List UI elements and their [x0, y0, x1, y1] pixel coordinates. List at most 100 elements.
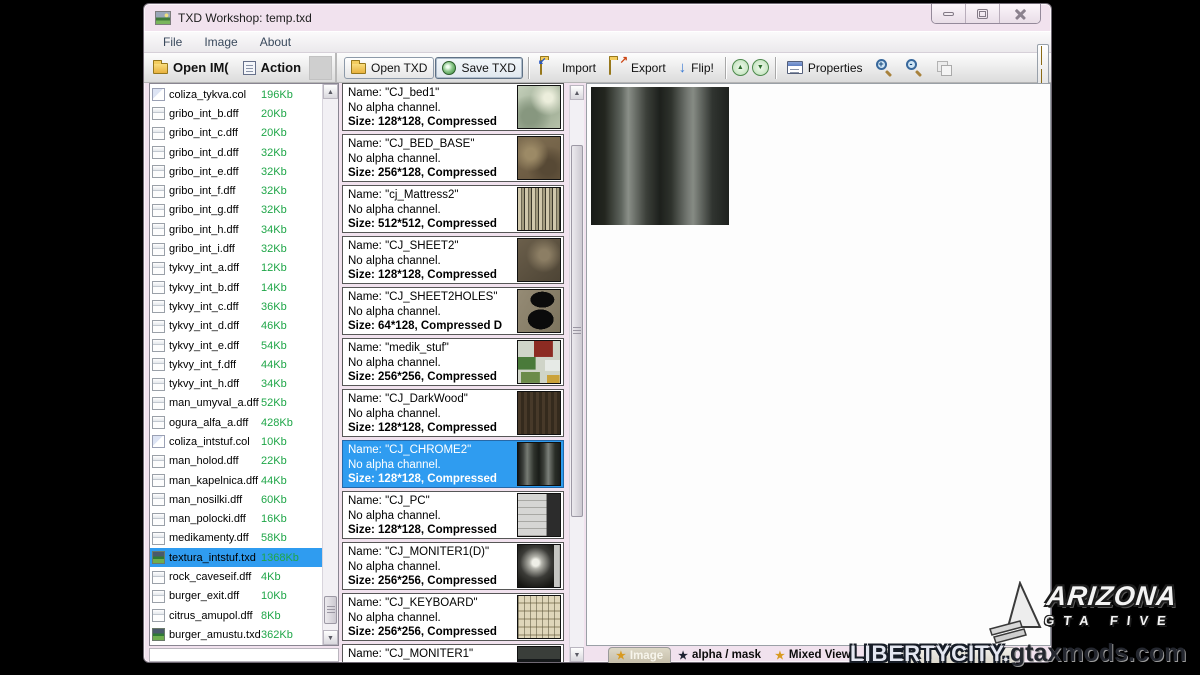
file-size: 20Kb	[261, 107, 287, 120]
window-title: TXD Workshop: temp.txd	[178, 10, 312, 25]
file-type-icon	[152, 396, 165, 410]
file-row[interactable]: medikamenty.dff 58Kb	[150, 529, 322, 548]
texture-size-info: Size: 256*256, Compressed	[348, 626, 497, 639]
file-row[interactable]: man_polocki.dff 16Kb	[150, 510, 322, 529]
file-size: 196Kb	[261, 88, 293, 101]
file-row[interactable]: textura_intstuf.txd 1368Kb	[150, 548, 322, 568]
file-name: gribo_int_g.dff	[169, 204, 239, 217]
file-row[interactable]: burger_amustu.txd 362Kb	[150, 625, 322, 644]
texture-thumbnail	[517, 391, 561, 435]
file-row[interactable]: tykvy_int_e.dff 54Kb	[150, 336, 322, 355]
file-row[interactable]: tykvy_int_c.dff 36Kb	[150, 297, 322, 316]
file-type-icon	[152, 454, 165, 468]
move-down-button[interactable]: ▼	[751, 59, 769, 76]
file-name: gribo_int_e.dff	[169, 165, 239, 178]
minimize-button[interactable]	[932, 4, 966, 23]
import-button[interactable]: ↙ Import	[534, 57, 602, 78]
properties-button[interactable]: Properties	[781, 58, 869, 78]
export-button[interactable]: ↗ Export	[603, 56, 672, 78]
scroll-thumb[interactable]	[324, 596, 337, 624]
file-size: 22Kb	[261, 455, 287, 468]
star-icon: ★	[616, 650, 626, 662]
file-row[interactable]: ogura_alfa_a.dff 428Kb	[150, 413, 322, 432]
scroll-thumb[interactable]	[571, 145, 583, 517]
menu-item[interactable]: File	[153, 33, 192, 51]
file-row[interactable]: coliza_tykva.col 196Kb	[150, 85, 322, 104]
file-row[interactable]: gribo_int_c.dff 20Kb	[150, 124, 322, 143]
file-row[interactable]: citrus_amupol.dff 8Kb	[150, 606, 322, 625]
texture-entry[interactable]: Name: "cj_Mattress2" No alpha channel. S…	[342, 185, 564, 233]
file-row[interactable]: tykvy_int_h.dff 34Kb	[150, 374, 322, 393]
file-row[interactable]: man_kapelnica.dff 44Kb	[150, 471, 322, 490]
texture-size-info: Size: 128*128, Compressed	[348, 422, 497, 435]
texture-entry[interactable]: Name: "CJ_MONITER1" No alpha channel.	[342, 644, 564, 662]
menu-item[interactable]: About	[250, 33, 301, 51]
file-row[interactable]: gribo_int_g.dff 32Kb	[150, 201, 322, 220]
texture-entry[interactable]: Name: "CJ_MONITER1(D)" No alpha channel.…	[342, 542, 564, 590]
file-type-icon	[152, 223, 165, 237]
file-row[interactable]: gribo_int_f.dff 32Kb	[150, 181, 322, 200]
file-row[interactable]: tykvy_int_d.dff 46Kb	[150, 317, 322, 336]
menu-item[interactable]: Image	[194, 33, 247, 51]
file-row[interactable]: man_holod.dff 22Kb	[150, 452, 322, 471]
texture-entry[interactable]: Name: "CJ_SHEET2HOLES" No alpha channel.…	[342, 287, 564, 335]
texture-entry[interactable]: Name: "CJ_BED_BASE" No alpha channel. Si…	[342, 134, 564, 182]
preview-tab[interactable]: ★ Image	[608, 647, 672, 663]
texture-entry[interactable]: Name: "CJ_KEYBOARD" No alpha channel. Si…	[342, 593, 564, 641]
open-img-button[interactable]: Open IM(	[147, 57, 235, 78]
file-size: 20Kb	[261, 127, 287, 140]
file-row[interactable]: gribo_int_h.dff 34Kb	[150, 220, 322, 239]
maximize-icon	[977, 8, 988, 19]
move-up-button[interactable]: ▲	[731, 59, 749, 76]
open-txd-button[interactable]: Open TXD	[344, 56, 435, 79]
preview-tab[interactable]: ★ Mixed View	[768, 647, 858, 663]
preview-tab[interactable]: ★ alpha / mask	[671, 647, 768, 663]
file-row[interactable]: man_umyval_a.dff 52Kb	[150, 394, 322, 413]
file-type-icon	[152, 300, 165, 314]
duplicate-button[interactable]	[930, 57, 958, 78]
file-type-icon	[152, 261, 165, 275]
file-size: 60Kb	[261, 493, 287, 506]
file-row[interactable]: gribo_int_i.dff 32Kb	[150, 239, 322, 258]
file-row[interactable]: tykvy_int_f.dff 44Kb	[150, 355, 322, 374]
toolbar-filler	[309, 55, 332, 80]
file-size: 46Kb	[261, 320, 287, 333]
texture-entry[interactable]: Name: "CJ_CHROME2" No alpha channel. Siz…	[342, 440, 564, 488]
scroll-down-arrow[interactable]: ▼	[570, 647, 584, 662]
zoom-out-button[interactable]: -	[900, 56, 929, 79]
texture-entry[interactable]: Name: "CJ_PC" No alpha channel. Size: 12…	[342, 491, 564, 539]
star-icon: ★	[775, 649, 785, 662]
zoom-in-button[interactable]: +	[870, 56, 899, 79]
close-button[interactable]	[1000, 4, 1040, 23]
scroll-up-arrow[interactable]: ▲	[323, 84, 338, 99]
file-size: 14Kb	[261, 281, 287, 294]
scroll-down-arrow[interactable]: ▼	[323, 630, 338, 645]
texture-entry[interactable]: Name: "CJ_DarkWood" No alpha channel. Si…	[342, 389, 564, 437]
file-row[interactable]: gribo_int_e.dff 32Kb	[150, 162, 322, 181]
minimize-icon	[943, 11, 954, 16]
file-row[interactable]: man_nosilki.dff 60Kb	[150, 490, 322, 509]
texture-thumbnail	[517, 544, 561, 588]
file-row[interactable]: burger_exit.dff 10Kb	[150, 587, 322, 606]
file-row[interactable]: rock_caveseif.dff 4Kb	[150, 567, 322, 586]
titlebar[interactable]: TXD Workshop: temp.txd	[144, 4, 1051, 31]
action-button[interactable]: Action	[237, 57, 307, 78]
file-size: 12Kb	[261, 262, 287, 275]
file-list-scrollbar[interactable]: ▲ ▼	[322, 84, 338, 645]
maximize-button[interactable]	[966, 4, 1000, 23]
texture-entry[interactable]: Name: "CJ_SHEET2" No alpha channel. Size…	[342, 236, 564, 284]
file-row[interactable]: tykvy_int_a.dff 12Kb	[150, 259, 322, 278]
scroll-up-arrow[interactable]: ▲	[570, 85, 584, 100]
file-row[interactable]: tykvy_int_b.dff 14Kb	[150, 278, 322, 297]
flip-button[interactable]: ↓ Flip!	[673, 57, 720, 78]
texture-preview-image[interactable]	[591, 87, 729, 225]
texture-entry[interactable]: Name: "medik_stuf" No alpha channel. Siz…	[342, 338, 564, 386]
file-row[interactable]: gribo_int_d.dff 32Kb	[150, 143, 322, 162]
texture-list-scrollbar[interactable]: ▲ ▼	[569, 85, 584, 662]
file-size: 52Kb	[261, 397, 287, 410]
texture-list: Name: "CJ_bed1" No alpha channel. Size: …	[342, 83, 584, 662]
save-txd-button[interactable]: Save TXD	[435, 56, 523, 79]
file-row[interactable]: gribo_int_b.dff 20Kb	[150, 104, 322, 123]
file-row[interactable]: coliza_intstuf.col 10Kb	[150, 432, 322, 451]
texture-entry[interactable]: Name: "CJ_bed1" No alpha channel. Size: …	[342, 83, 564, 131]
